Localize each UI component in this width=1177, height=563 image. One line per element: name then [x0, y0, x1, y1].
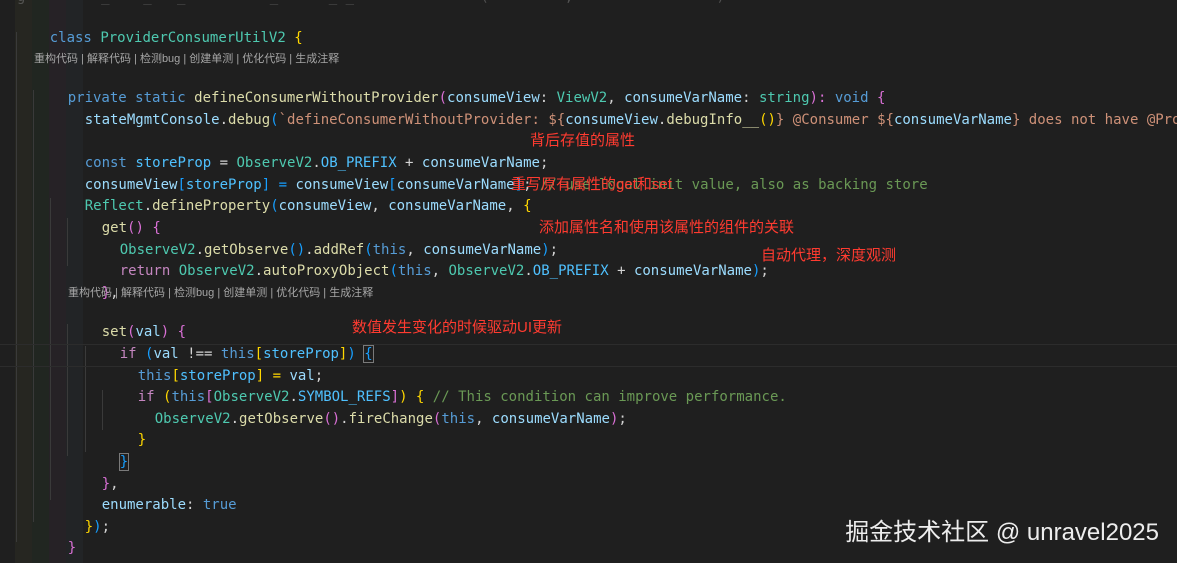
indent-band-1 — [15, 0, 32, 563]
code-token: } — [137, 432, 147, 448]
code-line[interactable]: set(val) { — [68, 301, 186, 340]
code-token: } — [67, 540, 77, 556]
code-token: { — [363, 345, 374, 363]
code-token: ObserveV2 — [178, 263, 255, 279]
code-line[interactable]: } — [104, 409, 146, 448]
code-line[interactable]: this[storeProp] = val; — [104, 345, 323, 384]
annotation-drive-ui-update: 数值发生变化的时候驱动UI更新 — [352, 319, 563, 336]
code-token: , — [506, 198, 524, 214]
code-line[interactable]: Reflect.defineProperty(consumeView, cons… — [51, 175, 532, 214]
code-token: . — [340, 411, 349, 427]
code-line[interactable]: }); — [51, 496, 110, 535]
code-token: { — [294, 30, 303, 46]
code-token: . — [254, 263, 264, 279]
code-token: ; — [618, 411, 627, 427]
code-line[interactable]: class ProviderConsumerUtilV2 { — [16, 7, 303, 46]
code-token: consumeView — [565, 112, 658, 128]
code-token: . — [230, 411, 240, 427]
code-token: , — [431, 263, 449, 279]
codelens-actions[interactable]: 重构代码 | 解释代码 | 检测bug | 创建单测 | 优化代码 | 生成注释 — [68, 285, 373, 301]
code-line[interactable]: } — [34, 517, 76, 556]
code-token: ( — [270, 198, 279, 214]
code-token: autoProxyObject — [263, 263, 390, 279]
code-line[interactable]: enumerable: true — [68, 474, 237, 513]
code-token: { — [523, 198, 532, 214]
code-line[interactable]: ObserveV2.getObserve().fireChange(this, … — [121, 388, 627, 427]
code-token: defineProperty — [152, 198, 271, 214]
code-line[interactable]: stateMgmtConsole.debug(`defineConsumerWi… — [51, 89, 1177, 128]
annotation-override-get-set: 重写原有属性的get和set — [511, 176, 672, 193]
code-token: debug — [228, 112, 271, 128]
code-token: OB_PREFIX — [532, 263, 609, 279]
code-token: . — [524, 263, 533, 279]
code-token: fireChange — [348, 411, 433, 427]
annotation-auto-proxy: 自动代理，深度观测 — [761, 247, 897, 264]
indent-guide — [16, 32, 17, 542]
code-token: ObserveV2 — [154, 411, 231, 427]
code-token: getObserve — [239, 411, 324, 427]
code-token: } @Consumer ${ — [775, 112, 894, 128]
code-token: stateMgmtConsole — [84, 112, 220, 128]
code-line[interactable]: const storeProp = ObserveV2.OB_PREFIX + … — [51, 132, 549, 171]
code-token: ObserveV2 — [448, 263, 525, 279]
code-token: () — [323, 411, 341, 427]
code-token: return — [119, 263, 171, 279]
codelens-actions[interactable]: 重构代码 | 解释代码 | 检测bug | 创建单测 | 优化代码 | 生成注释 — [34, 51, 339, 67]
code-line[interactable]: } — [86, 431, 130, 471]
code-token: } — [84, 519, 94, 535]
code-token: () — [759, 112, 776, 128]
code-token: : — [186, 497, 203, 513]
code-token: consumeVarName — [633, 263, 752, 279]
code-token: } — [118, 453, 130, 471]
indent-guide — [102, 390, 103, 430]
code-token: enumerable — [101, 497, 187, 513]
watermark: 掘金技术社区 @ unravel2025 — [845, 519, 1159, 546]
code-token: `defineConsumerWithoutProvider: ${ — [278, 112, 566, 128]
code-line[interactable]: }, — [68, 262, 119, 301]
annotation-backing-property: 背后存值的属性 — [530, 132, 636, 149]
code-token: ( — [389, 263, 398, 279]
code-token: , — [371, 198, 389, 214]
code-token: consumeView — [278, 198, 372, 214]
indent-guide — [33, 90, 34, 522]
code-token: this — [397, 263, 432, 279]
code-line[interactable]: ObserveV2.getObserve().addRef(this, cons… — [86, 219, 558, 258]
code-line[interactable]: }, — [68, 453, 119, 492]
code-line[interactable]: get() { — [68, 197, 161, 236]
code-line[interactable]: if (val !== this[storeProp]) { — [86, 323, 374, 363]
code-token: class — [49, 30, 92, 46]
code-token: + — [608, 263, 634, 279]
code-token: debugInfo__ — [666, 112, 760, 128]
code-token: . — [219, 112, 229, 128]
code-token: this — [441, 411, 476, 427]
code-token: consumeVarName — [893, 112, 1012, 128]
code-line[interactable]: } — [16, 539, 58, 563]
code-token: true — [202, 497, 237, 513]
code-line[interactable]: consumeView[storeProp] = consumeView[con… — [51, 154, 928, 193]
code-line[interactable]: if (this[ObserveV2.SYMBOL_REFS]) { // Th… — [104, 366, 787, 405]
code-line[interactable]: return ObserveV2.autoProxyObject(this, O… — [86, 240, 769, 279]
code-token: ; — [101, 519, 111, 535]
code-token: ) — [93, 519, 102, 535]
code-token: ( — [270, 112, 279, 128]
code-token: ) — [347, 346, 365, 362]
code-token: } does not have @Pro — [1011, 112, 1177, 128]
code-line[interactable]: private static defineConsumerWithoutProv… — [34, 67, 886, 106]
code-editor[interactable]: g _ _ _ _ _ _ ( , ) class ProviderConsum… — [0, 0, 1177, 563]
code-token: , — [475, 411, 492, 427]
annotation-add-ref: 添加属性名和使用该属性的组件的关联 — [539, 219, 795, 236]
code-token: consumeVarName — [388, 198, 507, 214]
code-token: ProviderConsumerUtilV2 — [100, 30, 286, 46]
code-token: consumeVarName — [491, 411, 610, 427]
